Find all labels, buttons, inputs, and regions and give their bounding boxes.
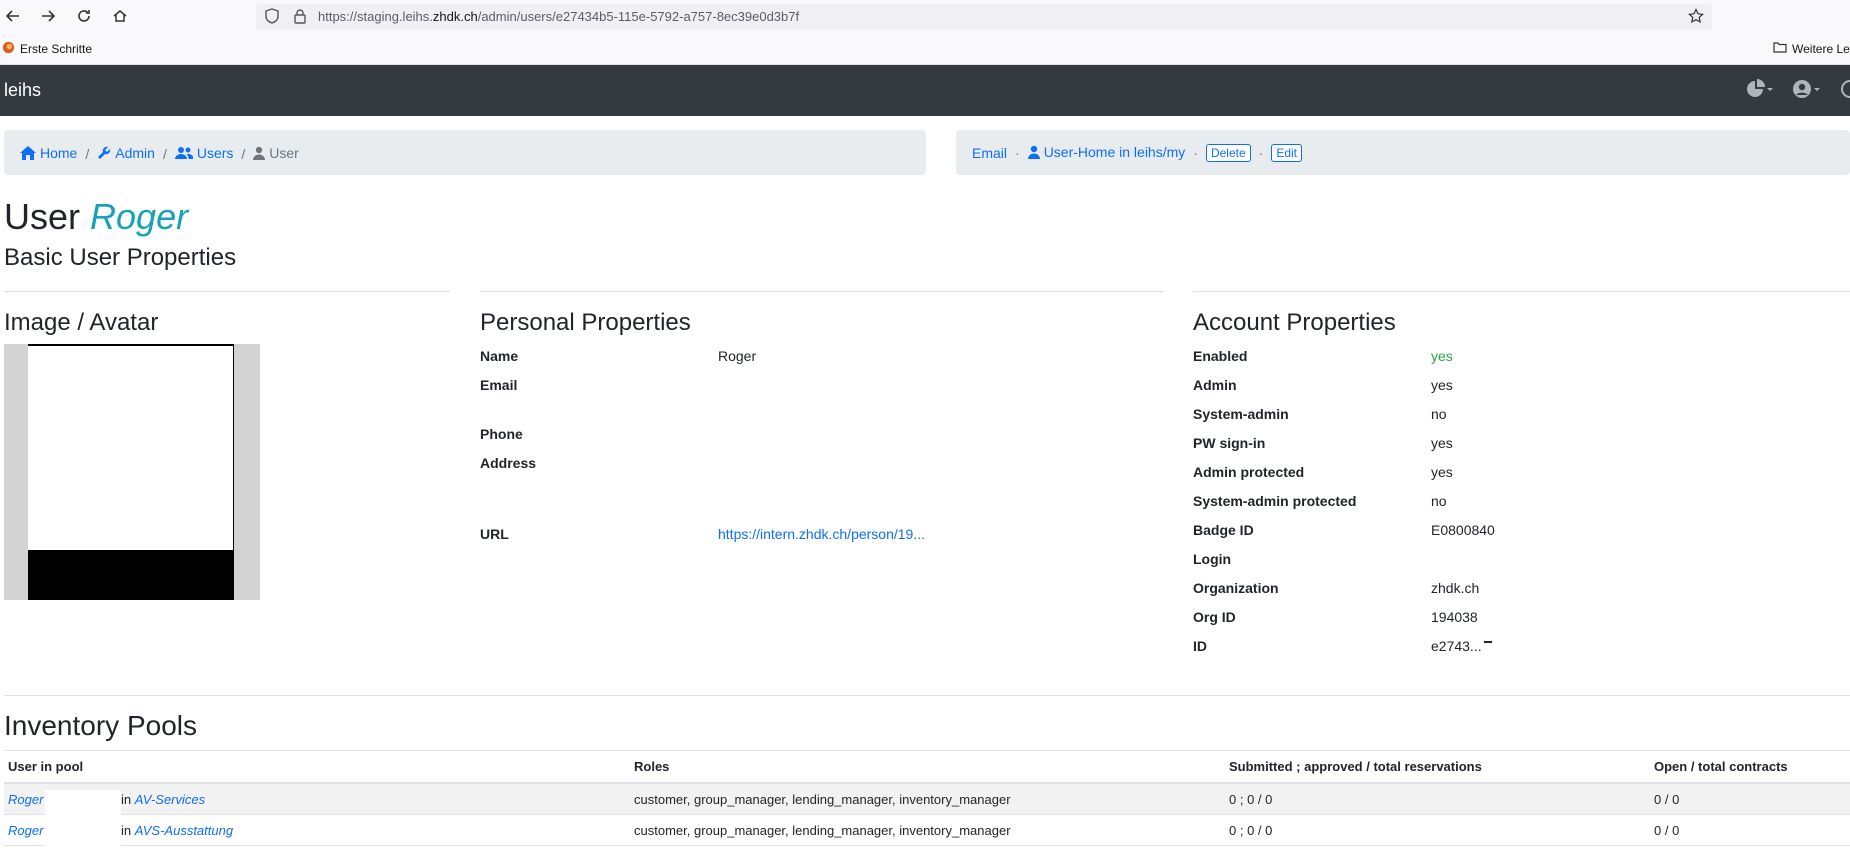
url-label: URL <box>480 526 509 542</box>
account-label-badge-id: Badge ID <box>1193 522 1254 538</box>
user-icon <box>1027 145 1040 162</box>
divider <box>4 695 1850 696</box>
account-value-admin: yes <box>1431 377 1453 393</box>
contracts-cell: 0 / 0 <box>1650 783 1850 815</box>
bookmarks-bar: Erste Schritte Weitere Les <box>0 31 1850 65</box>
divider <box>1193 291 1850 292</box>
user-name-title: Roger <box>90 196 189 237</box>
table-header-row: User in pool Roles Submitted ; approved … <box>4 750 1850 784</box>
home-icon <box>20 146 36 163</box>
account-value-pw-sign-in: yes <box>1431 435 1453 451</box>
account-label-enabled: Enabled <box>1193 348 1248 364</box>
account-value-enabled: yes <box>1431 348 1453 364</box>
app-navbar: leihs <box>0 65 1850 116</box>
breadcrumb-admin[interactable]: Admin <box>97 145 155 163</box>
bookmark-star-icon[interactable] <box>1688 8 1704 29</box>
col-user-in-pool: User in pool <box>4 750 630 784</box>
globe-icon[interactable] <box>1840 79 1850 104</box>
navbar-icons <box>1746 79 1850 104</box>
user-circle-icon[interactable] <box>1792 79 1822 104</box>
personal-properties-title: Personal Properties <box>480 309 691 336</box>
action-bar: Email · User-Home in leihs/my · Delete ·… <box>956 130 1850 175</box>
account-value-system-admin-protected: no <box>1431 493 1447 509</box>
inventory-pools-table: User in pool Roles Submitted ; approved … <box>4 750 1850 846</box>
divider <box>480 291 1164 292</box>
account-value-system-admin: no <box>1431 406 1447 422</box>
breadcrumb: Home / Admin / Users / User <box>4 130 926 175</box>
pool-link[interactable]: AV-Services <box>135 792 205 807</box>
account-value-organization: zhdk.ch <box>1431 580 1480 596</box>
url-text[interactable]: https://staging.leihs.zhdk.ch/admin/user… <box>318 9 799 24</box>
wrench-icon <box>97 146 111 163</box>
account-label-organization: Organization <box>1193 580 1279 596</box>
user-link[interactable]: Roger <box>8 823 43 838</box>
col-contracts: Open / total contracts <box>1650 750 1850 784</box>
breadcrumb-current: User <box>253 145 299 163</box>
user-icon <box>253 146 266 163</box>
roles-cell: customer, group_manager, lending_manager… <box>630 783 1225 815</box>
shield-icon[interactable] <box>264 8 280 29</box>
avatar <box>4 344 260 600</box>
pool-link[interactable]: AVS-Ausstattung <box>135 823 233 838</box>
user-link[interactable]: Roger <box>8 792 43 807</box>
url-value-link[interactable]: https://intern.zhdk.ch/person/19... <box>718 526 925 542</box>
folder-icon <box>1773 41 1787 56</box>
name-value: Roger <box>718 348 757 364</box>
users-icon <box>174 146 194 163</box>
breadcrumb-home[interactable]: Home <box>20 145 77 163</box>
table-row: Roger in AVS-Ausstattung customer, group… <box>4 814 1850 846</box>
name-label: Name <box>480 348 519 364</box>
account-label-admin-protected: Admin protected <box>1193 464 1305 480</box>
delete-button[interactable]: Delete <box>1205 144 1251 162</box>
browser-toolbar: https://staging.leihs.zhdk.ch/admin/user… <box>0 0 1850 31</box>
forward-icon[interactable] <box>36 4 60 28</box>
reservations-cell: 0 ; 0 / 0 <box>1225 783 1650 815</box>
bookmark-erste-schritte[interactable]: Erste Schritte <box>2 41 92 57</box>
account-value-admin-protected: yes <box>1431 464 1453 480</box>
reload-icon[interactable] <box>72 4 96 28</box>
email-link[interactable]: Email <box>972 145 1007 161</box>
page-subtitle: Basic User Properties <box>4 244 237 271</box>
account-label-admin: Admin <box>1193 377 1237 393</box>
account-properties-title: Account Properties <box>1193 309 1396 336</box>
edit-button[interactable]: Edit <box>1271 144 1302 162</box>
page-title: User Roger <box>4 196 189 237</box>
bookmark-weitere-lesezeichen[interactable]: Weitere Les <box>1773 41 1850 56</box>
lock-icon[interactable] <box>292 8 308 29</box>
address-bar[interactable]: https://staging.leihs.zhdk.ch/admin/user… <box>256 4 1712 30</box>
divider <box>4 291 450 292</box>
account-value-org-id: 194038 <box>1431 609 1478 625</box>
address-label: Address <box>480 455 537 471</box>
account-label-system-admin: System-admin <box>1193 406 1289 422</box>
firefox-icon <box>2 41 15 57</box>
table-row: Roger in AV-Services customer, group_man… <box>4 783 1850 815</box>
inventory-pools-title: Inventory Pools <box>4 710 197 741</box>
back-icon[interactable] <box>1 4 25 28</box>
account-label-org-id: Org ID <box>1193 609 1236 625</box>
user-home-link[interactable]: User-Home in leihs/my <box>1027 144 1185 162</box>
col-reservations: Submitted ; approved / total reservation… <box>1225 750 1650 784</box>
account-label-pw-sign-in: PW sign-in <box>1193 435 1266 451</box>
account-label-id: ID <box>1193 638 1207 654</box>
contracts-cell: 0 / 0 <box>1650 814 1850 846</box>
breadcrumb-users[interactable]: Users <box>174 145 233 163</box>
account-label-system-admin-protected: System-admin protected <box>1193 493 1357 509</box>
copy-icon[interactable] <box>1483 641 1492 643</box>
reservations-cell: 0 ; 0 / 0 <box>1225 814 1650 846</box>
roles-cell: customer, group_manager, lending_manager… <box>630 814 1225 846</box>
account-value-badge-id: E0800840 <box>1431 522 1495 538</box>
email-label: Email <box>480 377 518 393</box>
col-roles: Roles <box>630 750 1225 784</box>
account-value-id: e2743... <box>1431 638 1492 654</box>
account-label-login: Login <box>1193 551 1232 567</box>
phone-label: Phone <box>480 426 523 442</box>
redaction-mask <box>45 790 121 855</box>
image-section-title: Image / Avatar <box>4 309 159 336</box>
brand-logo[interactable]: leihs <box>4 80 41 101</box>
pie-chart-icon[interactable] <box>1746 79 1774 104</box>
home-icon[interactable] <box>108 4 132 28</box>
